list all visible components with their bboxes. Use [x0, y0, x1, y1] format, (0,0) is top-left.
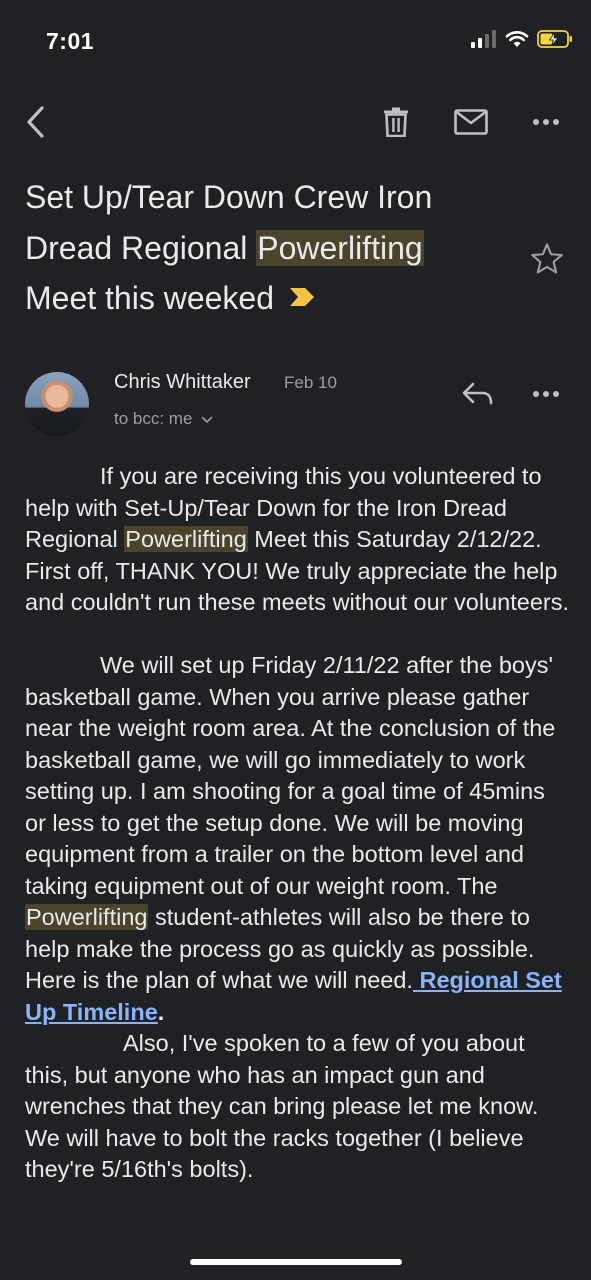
- email-toolbar: [0, 100, 591, 150]
- email-date: Feb 10: [284, 373, 337, 392]
- cellular-signal-icon: [471, 30, 496, 48]
- body-paragraph-1: If you are receiving this you volunteere…: [25, 461, 570, 619]
- mark-unread-button[interactable]: [449, 100, 493, 144]
- body-search-highlight: Powerlifting: [25, 904, 149, 930]
- status-bar: 7:01: [0, 0, 591, 80]
- mail-icon: [454, 109, 488, 135]
- email-subject: Set Up/Tear Down Crew Iron Dread Regiona…: [25, 172, 495, 324]
- trash-icon: [384, 107, 408, 137]
- email-body: If you are receiving this you volunteere…: [25, 461, 570, 1186]
- recipients-toggle[interactable]: to bcc: me: [114, 409, 213, 429]
- chevron-down-icon: [201, 416, 213, 423]
- recipients-label: to bcc: me: [114, 409, 193, 428]
- sender-name[interactable]: Chris Whittaker: [114, 371, 251, 394]
- body-search-highlight: Powerlifting: [124, 526, 248, 552]
- more-horizontal-icon: [533, 391, 559, 397]
- body-text: .: [157, 998, 165, 1025]
- reply-button[interactable]: [458, 374, 498, 414]
- battery-charging-icon: [537, 30, 572, 48]
- message-more-button[interactable]: [526, 374, 566, 414]
- wifi-icon: [505, 31, 529, 47]
- body-paragraph-3: Also, I've spoken to a few of you about …: [25, 1028, 570, 1186]
- avatar[interactable]: [25, 372, 89, 436]
- more-options-button[interactable]: [524, 100, 568, 144]
- chevron-left-icon: [27, 106, 44, 138]
- status-icons: [471, 30, 573, 48]
- more-horizontal-icon: [533, 119, 559, 125]
- subject-text-end: Meet this weeked: [25, 280, 275, 316]
- body-text: Also, I've spoken to a few of you about …: [25, 1030, 539, 1182]
- star-button[interactable]: [528, 240, 566, 278]
- reply-icon: [462, 382, 493, 405]
- star-outline-icon: [531, 243, 563, 274]
- body-text: We will set up Friday 2/11/22 after the …: [25, 652, 556, 899]
- home-indicator[interactable]: [190, 1259, 402, 1265]
- sender-row: Chris Whittaker Feb 10 to bcc: me: [0, 362, 591, 442]
- delete-button[interactable]: [374, 100, 418, 144]
- body-paragraph-2: We will set up Friday 2/11/22 after the …: [25, 650, 570, 1028]
- status-time: 7:01: [46, 28, 95, 54]
- subject-search-highlight: Powerlifting: [256, 229, 424, 266]
- importance-marker-icon[interactable]: [288, 272, 316, 323]
- back-button[interactable]: [14, 100, 58, 144]
